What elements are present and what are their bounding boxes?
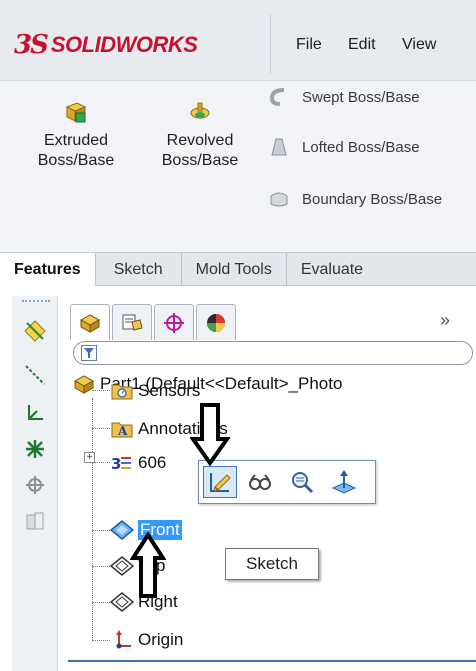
command-manager: Extruded Boss/Base Revolved Boss/Base Sw…: [0, 80, 476, 252]
tab-mold-tools[interactable]: Mold Tools: [182, 253, 287, 286]
line-icon[interactable]: [22, 362, 48, 388]
svg-text:A: A: [117, 424, 128, 438]
edit-sketch-icon: [210, 473, 231, 492]
property-manager-icon: [122, 314, 143, 331]
property-manager-tab[interactable]: [112, 304, 152, 340]
revolved-label-2: Boss/Base: [161, 152, 239, 169]
panel-tabs: [70, 304, 238, 340]
point-icon[interactable]: [22, 436, 48, 462]
command-manager-tabs: Features Sketch Mold Tools Evaluate: [0, 252, 476, 286]
normal-to-icon: [331, 470, 357, 494]
panel-bottom-border: [68, 660, 476, 662]
annotations-expand-icon[interactable]: +: [84, 452, 95, 463]
boundary-boss-base-button[interactable]: Boundary Boss/Base: [268, 185, 442, 213]
sketch-tooltip: Sketch: [225, 548, 319, 580]
origin-label: Origin: [138, 630, 184, 649]
reference-point-icon[interactable]: [22, 472, 48, 498]
up-arrow-icon: [130, 532, 166, 598]
coordinate-system-icon[interactable]: [22, 400, 48, 426]
feature-filter-input[interactable]: [73, 341, 473, 365]
swept-boss-icon: [268, 86, 290, 108]
tab-evaluate[interactable]: Evaluate: [287, 253, 377, 286]
menu-divider: [270, 14, 271, 74]
extruded-label-2: Boss/Base: [37, 152, 115, 169]
solidworks-logo[interactable]: 3S SOLIDWORKS: [14, 30, 198, 60]
display-manager-tab[interactable]: [196, 304, 236, 340]
down-arrow-icon: [190, 403, 230, 467]
lofted-boss-icon: [268, 136, 290, 158]
tree-connector-line: [92, 566, 110, 567]
tree-connector-line: [92, 398, 93, 640]
normal-to-button[interactable]: [327, 466, 361, 498]
boundary-boss-icon: [268, 188, 290, 210]
tree-connector-line: [92, 428, 110, 429]
configuration-manager-icon: [164, 312, 184, 333]
sensors-icon: [110, 379, 134, 403]
display-manager-icon: [207, 313, 225, 332]
feature-manager-tab[interactable]: [70, 304, 110, 340]
material-icon: 3: [110, 451, 134, 475]
tree-connector-line: [92, 530, 110, 531]
title-bar: 3S SOLIDWORKS File Edit View: [0, 0, 476, 80]
revolved-boss-base-button[interactable]: Revolved Boss/Base: [152, 99, 248, 171]
panel-expand-chevron-icon[interactable]: »: [440, 310, 450, 331]
part-icon: [72, 372, 96, 396]
annotations-icon: A: [110, 417, 134, 441]
tree-connector-line: [92, 602, 110, 603]
tab-features[interactable]: Features: [0, 253, 96, 286]
sketch-toolbar-vertical: [12, 296, 58, 671]
swept-label: Swept Boss/Base: [302, 88, 420, 106]
lofted-boss-base-button[interactable]: Lofted Boss/Base: [268, 133, 420, 161]
revolved-label-1: Revolved: [166, 132, 234, 149]
revolved-boss-icon: [190, 102, 210, 119]
tree-item-sensors[interactable]: Sensors: [110, 378, 200, 404]
boundary-label: Boundary Boss/Base: [302, 190, 443, 208]
tree-item-material[interactable]: 3 606: [110, 450, 166, 476]
menu-view[interactable]: View: [402, 36, 436, 54]
tree-item-origin[interactable]: Origin: [110, 627, 183, 653]
edit-sketch-button[interactable]: [203, 466, 237, 498]
tab-sketch[interactable]: Sketch: [96, 253, 182, 286]
filter-icon: [81, 345, 97, 361]
material-label: 606: [138, 453, 167, 472]
menu-edit[interactable]: Edit: [348, 36, 376, 54]
zoom-to-selection-button[interactable]: [285, 466, 319, 498]
feature-manager-icon: [79, 313, 101, 333]
hide-show-icon: [249, 474, 271, 490]
ds-logo-mark: 3S: [14, 30, 49, 60]
zoom-to-selection-icon: [292, 472, 314, 494]
swept-boss-base-button[interactable]: Swept Boss/Base: [268, 83, 420, 111]
menu-file[interactable]: File: [296, 36, 322, 54]
tree-connector-line: [92, 640, 110, 641]
extruded-label-1: Extruded: [43, 132, 109, 149]
lofted-label: Lofted Boss/Base: [302, 138, 420, 156]
smart-dimension-icon[interactable]: [22, 318, 48, 344]
hide-show-button[interactable]: [243, 466, 277, 498]
origin-icon: [110, 628, 134, 652]
logo-text: SOLIDWORKS: [50, 32, 198, 57]
toolbar-grip[interactable]: [22, 300, 50, 302]
extruded-boss-icon: [65, 102, 87, 123]
svg-text:3: 3: [111, 455, 121, 473]
mate-reference-icon[interactable]: [22, 508, 48, 534]
configuration-manager-tab[interactable]: [154, 304, 194, 340]
extruded-boss-base-button[interactable]: Extruded Boss/Base: [34, 99, 118, 171]
sensors-label: Sensors: [138, 381, 201, 400]
